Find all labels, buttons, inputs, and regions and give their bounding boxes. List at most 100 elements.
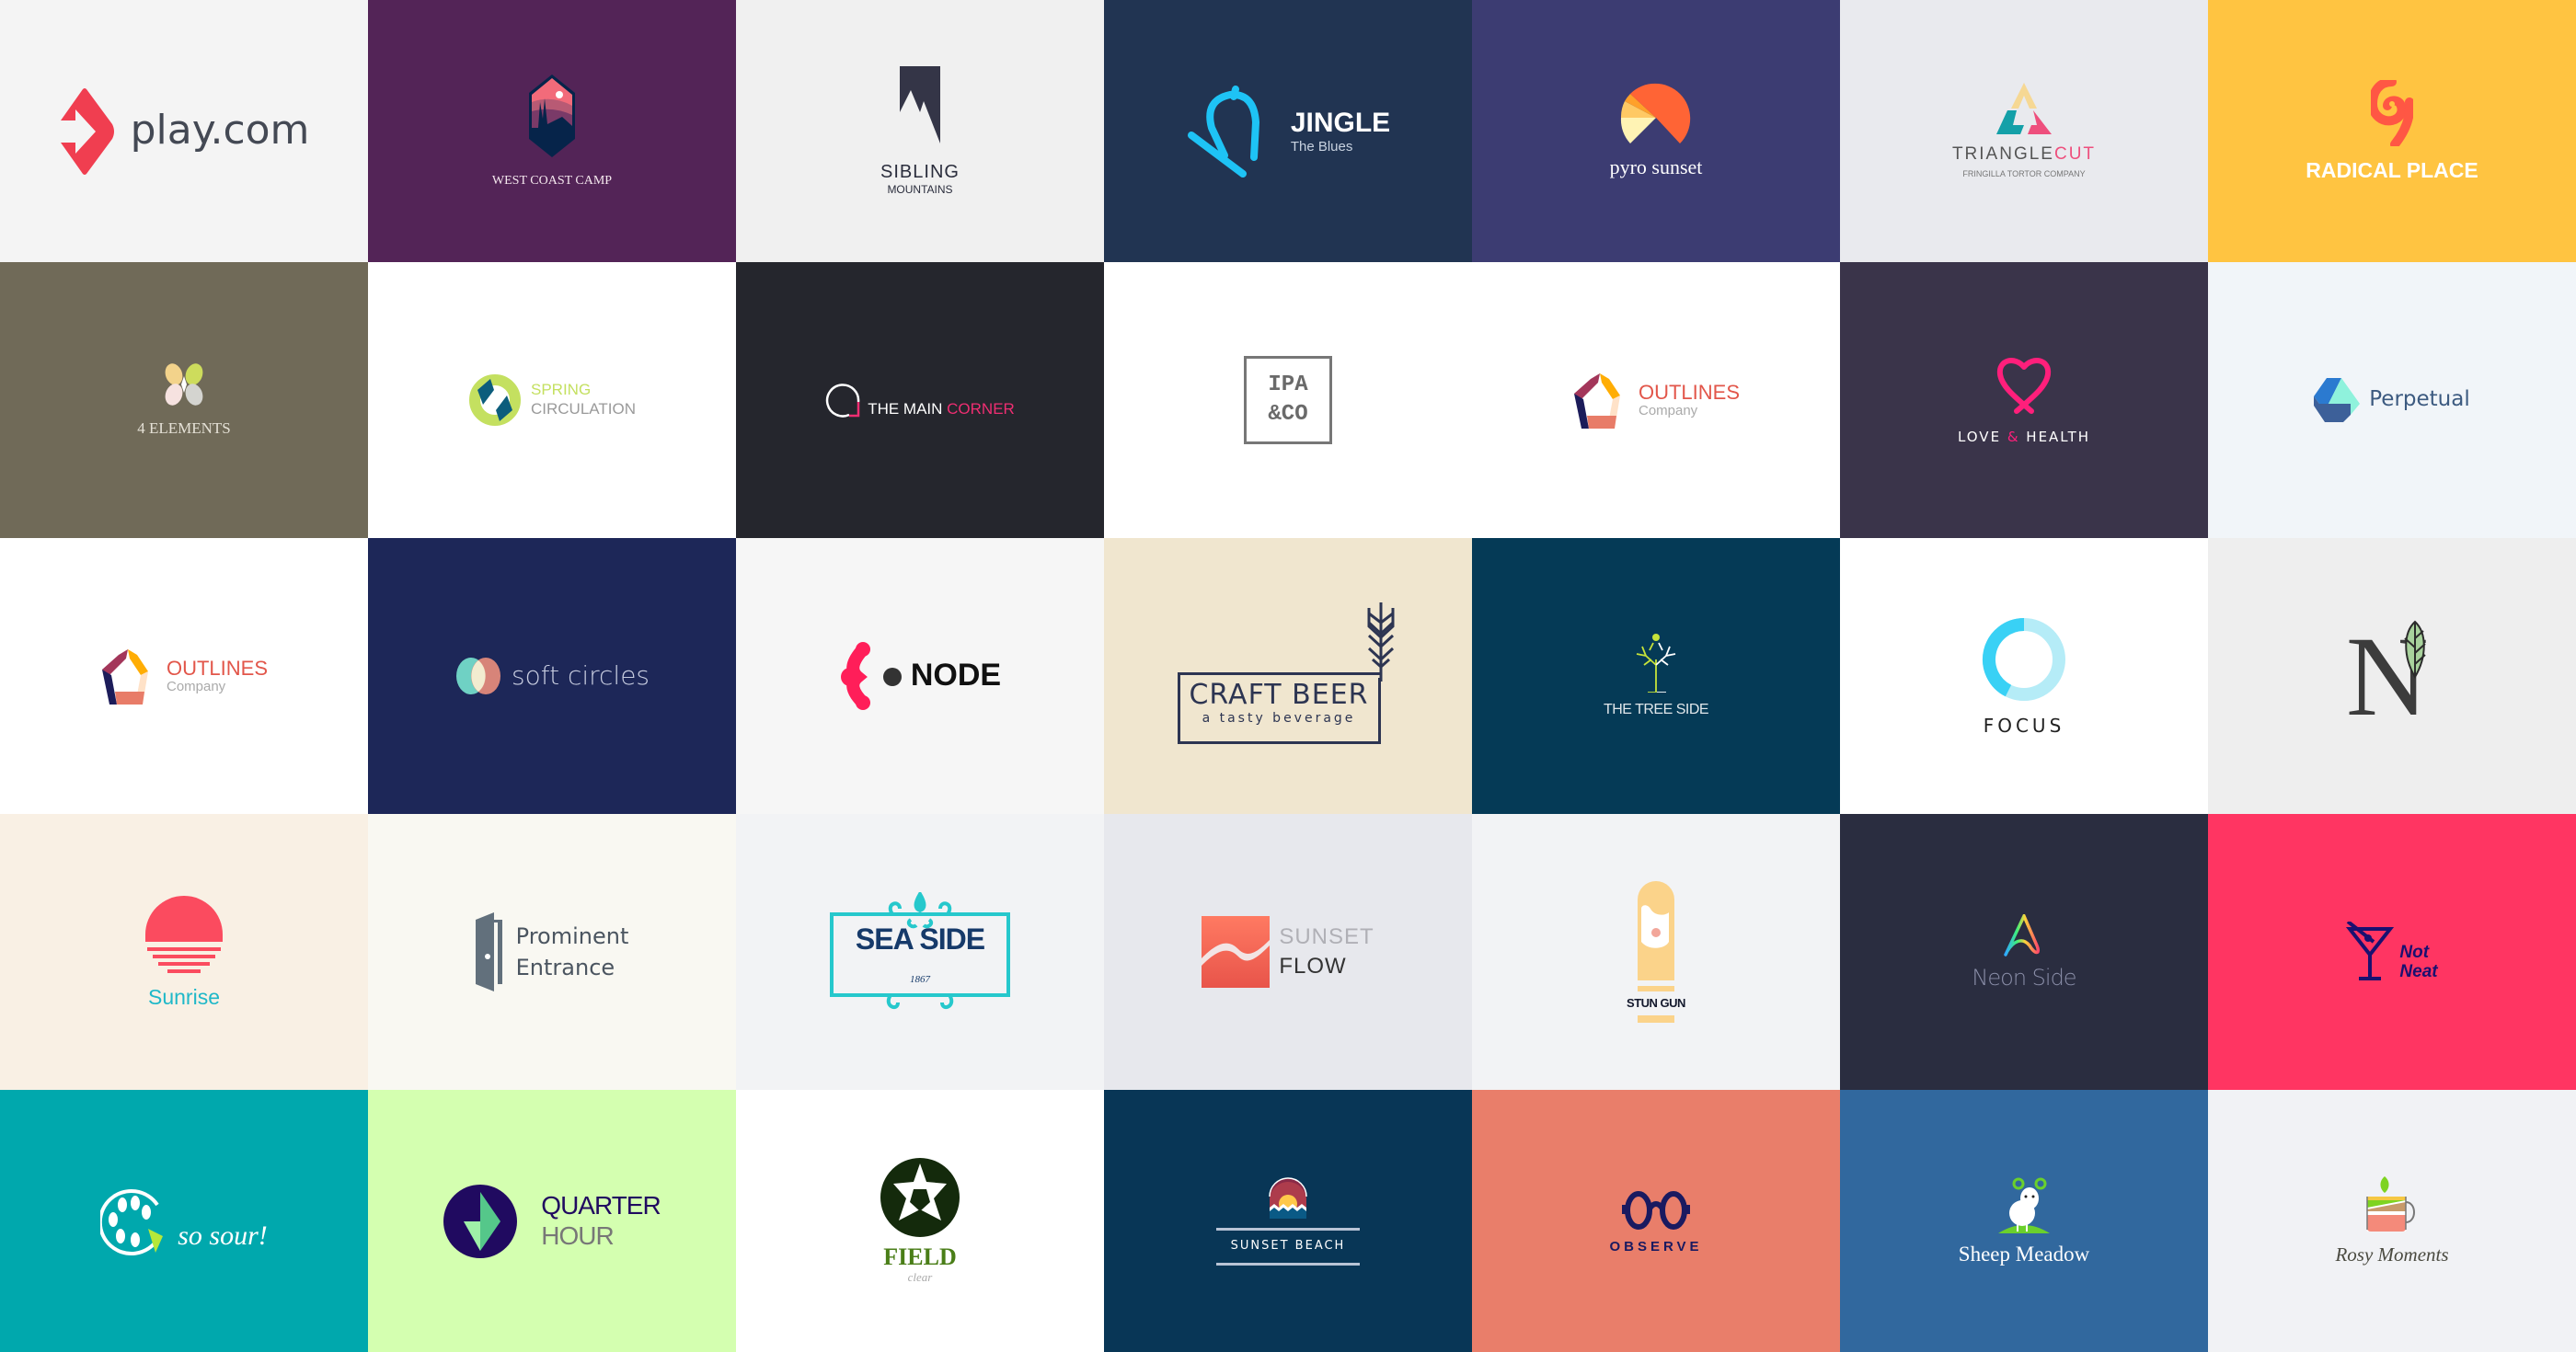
tile-observe[interactable]: OBSERVE: [1472, 1090, 1840, 1352]
logo-text: FOCUS: [1983, 715, 2065, 737]
logo-text-line1: SUNSET: [1279, 923, 1374, 949]
bell-icon: [1187, 85, 1259, 178]
n-leaf-logo: N: [2346, 613, 2438, 739]
west-coast-camp-logo: WEST COAST CAMP: [492, 74, 612, 188]
logo-text-line2: &CO: [1268, 402, 1308, 427]
tile-rosy-moments[interactable]: Rosy Moments: [2208, 1090, 2576, 1352]
tile-the-tree-side[interactable]: THE TREE SIDE: [1472, 538, 1840, 814]
logo-text-line1: Not: [2399, 943, 2430, 963]
tile-craft-beer[interactable]: CRAFT BEER a tasty beverage: [1104, 538, 1472, 814]
sunrise-logo: Sunrise: [144, 894, 224, 1009]
hexagon-fold-icon: [2314, 378, 2361, 422]
play-arrow-icon: [60, 87, 114, 175]
4-elements-logo: 4 ELEMENTS: [137, 362, 231, 438]
pentagon-icon: [101, 649, 148, 705]
tea-cup-icon: [2366, 1175, 2415, 1232]
tile-stun-gun[interactable]: STUN GUN: [1472, 814, 1840, 1090]
glasses-icon: [1622, 1191, 1690, 1231]
tile-outlines-company[interactable]: OUTLINES Company: [1472, 262, 1840, 538]
tile-sheep-meadow[interactable]: Sheep Meadow: [1840, 1090, 2208, 1352]
tile-prominent-entrance[interactable]: Prominent Entrance: [368, 814, 736, 1090]
logo-text: RADICAL PLACE: [2306, 157, 2478, 182]
logo-text-line2: CIRCULATION: [531, 400, 636, 418]
tile-jingle[interactable]: JINGLE The Blues: [1104, 0, 1472, 262]
the-tree-side-logo: THE TREE SIDE: [1604, 634, 1709, 718]
tile-sea-side[interactable]: SEA SIDE 1867: [736, 814, 1104, 1090]
outlines-company-logo: OUTLINES Company: [1572, 372, 1740, 429]
tile-node[interactable]: NODE: [736, 538, 1104, 814]
cocktail-glass-icon: [2346, 922, 2395, 980]
logo-text-line2: 1867: [910, 974, 930, 986]
tile-sibling-mountains[interactable]: SIBLING MOUNTAINS: [736, 0, 1104, 262]
ipa-co-logo: IPA &CO: [1244, 356, 1332, 444]
tile-outlines-company-2[interactable]: OUTLINES Company: [0, 538, 368, 814]
tile-spring-circulation[interactable]: SPRING CIRCULATION: [368, 262, 736, 538]
logo-text-line2: Entrance: [515, 955, 615, 980]
logo-text: OBSERVE: [1609, 1239, 1703, 1255]
logo-text-line2: Company: [1638, 402, 1698, 418]
tile-love-health[interactable]: LOVE & HEALTH: [1840, 262, 2208, 538]
observe-logo: OBSERVE: [1609, 1186, 1702, 1255]
node-molecule-icon: [840, 642, 902, 710]
logo-text-line1: CRAFT BEER: [1189, 679, 1369, 711]
tile-4-elements[interactable]: 4 ELEMENTS: [0, 262, 368, 538]
quarter-arrow-icon: [443, 1184, 518, 1258]
logo-text: STUN GUN: [1627, 995, 1685, 1010]
wave-square-icon: [1202, 916, 1271, 988]
tile-not-neat[interactable]: Not Neat: [2208, 814, 2576, 1090]
tile-west-coast-camp[interactable]: WEST COAST CAMP: [368, 0, 736, 262]
blonde-face-icon: [1637, 880, 1674, 991]
tile-radical-place[interactable]: RADICAL PLACE: [2208, 0, 2576, 262]
logo-text: Sheep Meadow: [1958, 1242, 2090, 1266]
tile-trianglecut[interactable]: TRIANGLECUT FRINGILLA TORTOR COMPANY: [1840, 0, 2208, 262]
trianglecut-logo: TRIANGLECUT FRINGILLA TORTOR COMPANY: [1952, 83, 2096, 179]
logo-text-line1: JINGLE: [1290, 107, 1391, 138]
tile-perpetual[interactable]: Perpetual: [2208, 262, 2576, 538]
play-com-logo: play.com: [59, 87, 310, 176]
quarter-hour-logo: QUARTER HOUR: [443, 1184, 661, 1258]
logo-text: play.com: [130, 107, 310, 155]
logo-text-line1: SIBLING: [880, 161, 960, 182]
tile-so-sour[interactable]: so sour!: [0, 1090, 368, 1352]
logo-text-line2: MOUNTAINS: [887, 182, 953, 196]
corner-circle-icon: [826, 384, 860, 418]
stun-gun-bar: [1637, 1015, 1674, 1024]
tile-soft-circles[interactable]: soft circles: [368, 538, 736, 814]
setting-sun-icon: [145, 896, 223, 974]
tile-sunrise[interactable]: Sunrise: [0, 814, 368, 1090]
tile-play-com[interactable]: play.com: [0, 0, 368, 262]
soccer-ball-icon: [880, 1158, 960, 1238]
divider-bottom: [1216, 1262, 1360, 1266]
node-logo: NODE: [839, 642, 1001, 710]
pentagon-icon: [1573, 373, 1620, 429]
tile-n-leaf[interactable]: N: [2208, 538, 2576, 814]
tile-focus[interactable]: FOCUS: [1840, 538, 2208, 814]
craft-beer-logo: CRAFT BEER a tasty beverage: [1178, 602, 1398, 750]
sibling-mountains-logo: SIBLING MOUNTAINS: [880, 65, 960, 196]
tree-icon: [1636, 634, 1676, 693]
wheat-icon: [1367, 602, 1395, 682]
logo-text-line2: FLOW: [1279, 954, 1347, 979]
logo-text: Neon Side: [1972, 964, 2076, 991]
spring-circulation-logo: SPRING CIRCULATION: [468, 373, 636, 427]
tile-pyro-sunset[interactable]: pyro sunset: [1472, 0, 1840, 262]
sheep-icon: [1998, 1177, 2050, 1233]
tile-the-main-corner[interactable]: THE MAIN CORNER: [736, 262, 1104, 538]
logo-text-line2: clear: [907, 1269, 933, 1284]
logo-text: LOVE & HEALTH: [1958, 430, 2090, 445]
tile-sunset-beach[interactable]: SUNSET BEACH: [1104, 1090, 1472, 1352]
tile-quarter-hour[interactable]: QUARTER HOUR: [368, 1090, 736, 1352]
logo-text: TRIANGLECUT: [1952, 144, 2096, 165]
logo-text: Sunrise: [148, 985, 220, 1010]
tile-field[interactable]: FIELD clear: [736, 1090, 1104, 1352]
logo-text: THE MAIN CORNER: [868, 400, 1015, 418]
overlapping-circles-icon: [455, 658, 500, 694]
logo-text-line2: Company: [166, 678, 226, 694]
logo-text-line1: FIELD: [883, 1243, 957, 1271]
tile-ipa-co[interactable]: IPA &CO: [1104, 262, 1472, 538]
tile-neon-side[interactable]: Neon Side: [1840, 814, 2208, 1090]
logo-text: NODE: [910, 658, 1002, 693]
tile-sunset-flow[interactable]: SUNSET FLOW: [1104, 814, 1472, 1090]
logo-text-line1: SPRING: [531, 381, 592, 399]
triangle-icon: [1996, 83, 2052, 135]
